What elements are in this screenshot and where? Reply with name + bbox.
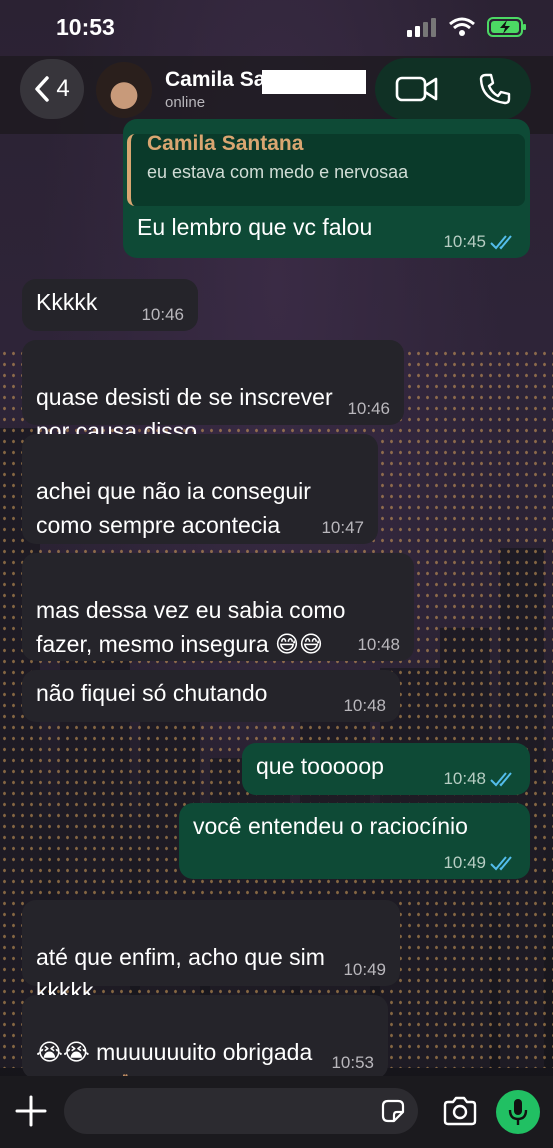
status-bar: 10:53 [0,0,553,56]
video-call-icon[interactable] [395,75,439,103]
message-bubble-outgoing[interactable]: que tooooop 10:48 [242,743,530,795]
message-time: 10:48 [343,696,386,715]
sticker-icon[interactable] [380,1098,406,1124]
message-text: você entendeu o raciocínio [193,813,468,839]
quoted-author: Camila Santana [147,132,304,155]
avatar[interactable] [96,62,152,118]
message-time: 10:48 [443,769,486,788]
battery-icon [487,17,526,37]
message-time: 10:46 [141,305,184,324]
message-time: 10:46 [347,399,390,418]
message-text: Eu lembro que vc falou [137,214,373,240]
message-text: Kkkkk [36,289,98,315]
message-bubble-incoming[interactable]: achei que não ia conseguir como sempre a… [22,434,378,544]
message-text: achei que não ia conseguir como sempre a… [36,478,311,538]
message-bubble-outgoing[interactable]: você entendeu o raciocínio 10:49 [179,803,530,879]
mic-icon [508,1099,528,1125]
message-bubble-incoming[interactable]: até que enfim, acho que sim kkkkk 10:49 [22,900,400,1004]
composer-bar [0,1076,553,1148]
message-bubble-incoming[interactable]: mas dessa vez eu sabia como fazer, mesmo… [22,553,414,661]
message-time: 10:49 [343,960,386,979]
back-button[interactable]: 4 [20,59,84,119]
message-time: 10:45 [443,232,486,251]
signal-icon [407,18,436,37]
message-bubble-incoming[interactable]: quase desisti de se inscrever por causa … [22,340,404,444]
message-text: não fiquei só chutando [36,680,268,706]
redaction-bar [262,70,366,94]
status-time: 10:53 [56,14,115,40]
read-ticks-icon [490,235,512,250]
message-time: 10:49 [443,853,486,872]
message-bubble-incoming[interactable]: Kkkkk 10:46 [22,279,198,331]
call-actions [375,58,531,120]
message-time: 10:53 [331,1053,374,1072]
contact-status: online [165,94,206,111]
message-input[interactable] [64,1088,418,1134]
wifi-icon [449,17,475,36]
mic-button[interactable] [496,1090,540,1134]
message-text: mas dessa vez eu sabia como fazer, mesmo… [36,597,346,657]
unread-count: 4 [56,75,70,102]
message-bubble-incoming[interactable]: não fiquei só chutando 10:48 [22,670,400,722]
camera-icon[interactable] [442,1096,478,1126]
message-time: 10:48 [357,635,400,654]
read-ticks-icon [490,772,512,787]
plus-icon[interactable] [14,1094,48,1128]
read-ticks-icon [490,856,512,871]
quoted-text: eu estava com medo e nervosaa [147,162,409,182]
message-time: 10:47 [321,518,364,537]
message-text: que tooooop [256,753,384,779]
contact-name[interactable]: Camila Sa [165,68,265,92]
chevron-left-icon [35,76,50,102]
phone-icon[interactable] [478,72,512,106]
quoted-message[interactable]: Camila Santana eu estava com medo e nerv… [127,132,525,206]
message-bubble-incoming[interactable]: 😭😭 muuuuuuito obrigada mesmo🙏🏼 10:53 [22,995,388,1099]
